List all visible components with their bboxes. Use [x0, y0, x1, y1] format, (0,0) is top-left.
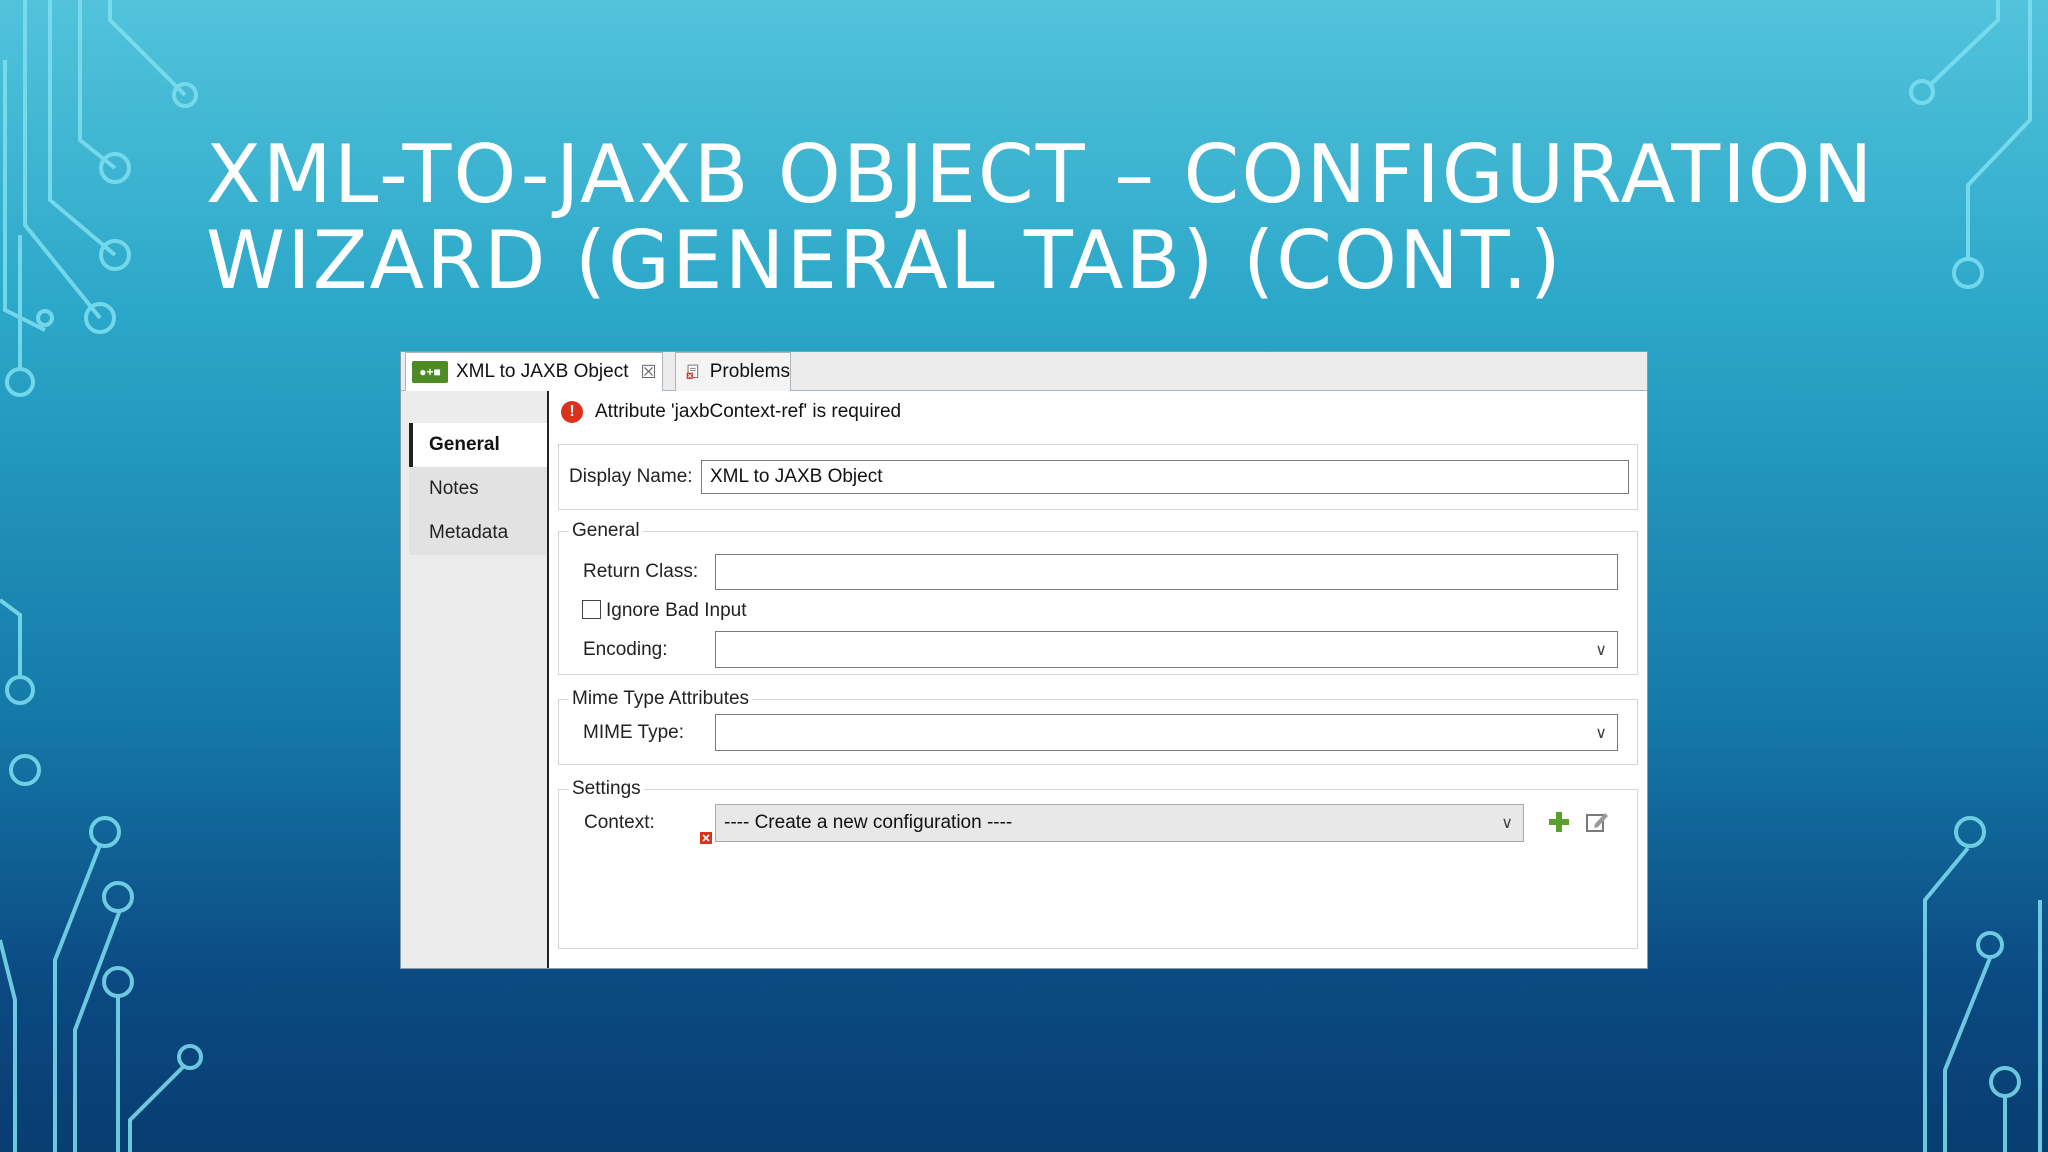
tab-label: XML to JAXB Object [456, 361, 629, 382]
return-class-label: Return Class: [583, 561, 699, 582]
display-name-field[interactable]: XML to JAXB Object [701, 460, 1629, 494]
close-icon[interactable]: ☒ [640, 362, 656, 383]
sidebar-item-label: Metadata [429, 522, 509, 543]
sidebar-item-general[interactable]: General [409, 423, 547, 467]
sidebar-item-label: Notes [429, 478, 479, 499]
tab-problems[interactable]: Problems [675, 352, 791, 391]
edit-icon[interactable] [1585, 810, 1609, 834]
mime-type-select[interactable]: ∨ [715, 714, 1618, 751]
chevron-down-icon: ∨ [1595, 641, 1607, 659]
error-text: Attribute 'jaxbContext-ref' is required [595, 401, 902, 422]
app-icon: ●+■ [412, 361, 448, 383]
editor-tab-bar: ●+■ XML to JAXB Object ☒ Problems [401, 352, 1647, 391]
tab-label: Problems [709, 361, 790, 382]
display-name-panel: Display Name: XML to JAXB Object [558, 444, 1638, 510]
settings-group-legend: Settings [569, 778, 644, 800]
encoding-label: Encoding: [583, 639, 668, 660]
sidebar: General Notes Metadata [401, 391, 549, 968]
slide-title-line-1: XML-TO-JAXB OBJECT – CONFIGURATION [206, 128, 1875, 221]
mime-type-label: MIME Type: [583, 722, 685, 743]
problems-icon [686, 364, 699, 379]
chevron-down-icon: ∨ [1595, 724, 1607, 742]
ignore-bad-input-label: Ignore Bad Input [606, 600, 747, 621]
sidebar-item-label: General [429, 434, 500, 455]
display-name-label: Display Name: [569, 466, 693, 487]
error-message: ! Attribute 'jaxbContext-ref' is require… [561, 401, 901, 423]
slide-title-line-2: WIZARD (GENERAL TAB) (CONT.) [206, 214, 1563, 307]
tab-xml-to-jaxb[interactable]: ●+■ XML to JAXB Object ☒ [405, 352, 663, 391]
general-group-legend: General [569, 520, 643, 542]
slide-title: XML-TO-JAXB OBJECT – CONFIGURATION WIZAR… [206, 132, 1906, 304]
settings-group: Settings Context: ---- Create a new conf… [558, 778, 1638, 949]
add-icon[interactable] [1547, 810, 1571, 834]
mime-type-group: Mime Type Attributes MIME Type: ∨ [558, 688, 1638, 765]
mime-group-legend: Mime Type Attributes [569, 688, 753, 710]
config-window: ●+■ XML to JAXB Object ☒ Problems Genera… [401, 352, 1647, 968]
chevron-down-icon: ∨ [1501, 815, 1513, 832]
sidebar-item-notes[interactable]: Notes [409, 467, 547, 511]
general-group: General Return Class: Ignore Bad Input E… [558, 520, 1638, 675]
return-class-field[interactable] [715, 554, 1618, 590]
context-select[interactable]: ---- Create a new configuration ---- ∨ [715, 804, 1524, 842]
display-name-value: XML to JAXB Object [710, 466, 883, 487]
context-label: Context: [584, 812, 655, 833]
field-error-icon [700, 832, 712, 844]
error-icon: ! [561, 401, 583, 423]
sidebar-item-metadata[interactable]: Metadata [409, 511, 547, 555]
ignore-bad-input-checkbox[interactable] [582, 600, 601, 619]
encoding-select[interactable]: ∨ [715, 631, 1618, 668]
general-tab-content: ! Attribute 'jaxbContext-ref' is require… [549, 391, 1647, 968]
context-value: ---- Create a new configuration ---- [724, 812, 1013, 833]
